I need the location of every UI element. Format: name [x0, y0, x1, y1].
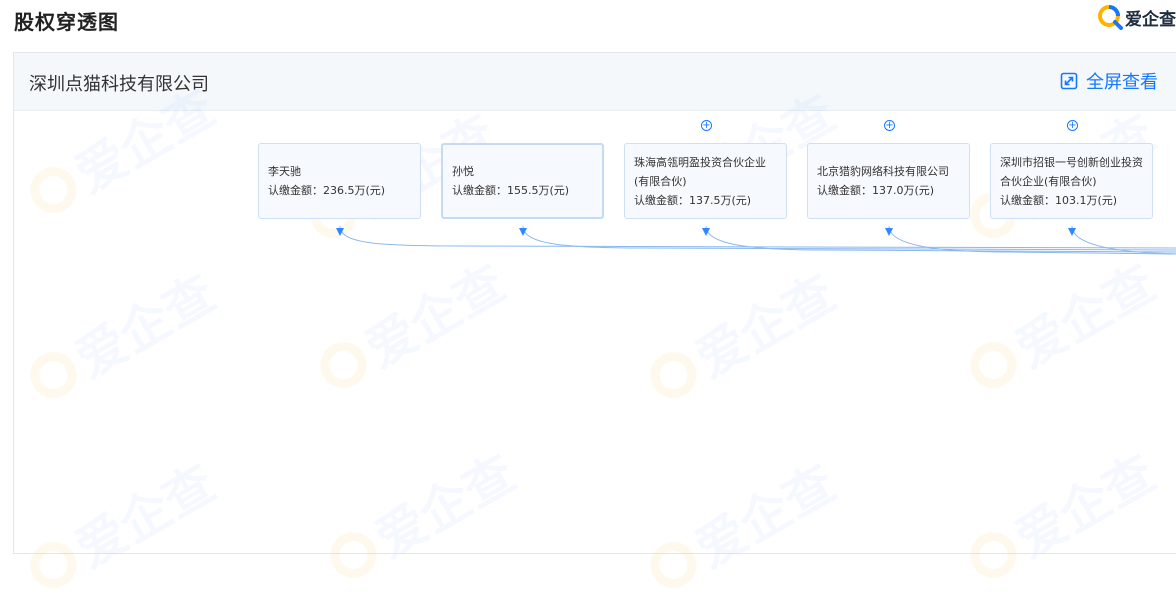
shareholder-node[interactable]: 深圳市招银一号创新创业投资合伙企业(有限合伙) 认缴金额：103.1万(元): [990, 143, 1153, 219]
fullscreen-button[interactable]: 全屏查看: [1060, 68, 1158, 94]
shareholder-name: 孙悦: [452, 165, 474, 178]
shareholder-amount: 认缴金额：137.5万(元): [634, 193, 752, 207]
shareholder-name: 深圳市招银一号创新创业投资合伙企业(有限合伙): [1000, 155, 1143, 188]
company-name: 深圳点猫科技有限公司: [29, 74, 209, 95]
expand-node-icon[interactable]: +: [1067, 120, 1078, 131]
shareholder-amount: 认缴金额：137.0万(元): [817, 184, 935, 197]
panel-header: 深圳点猫科技有限公司 全屏查看: [14, 53, 1176, 111]
shareholder-amount: 认缴金额：236.5万(元): [268, 184, 386, 197]
brand-text: 爱企查: [1125, 9, 1176, 30]
shareholder-amount: 认缴金额：155.5万(元): [452, 184, 570, 197]
shareholder-node[interactable]: 珠海高瓴明盈投资合伙企业(有限合伙) 认缴金额：137.5万(元): [624, 143, 787, 219]
fullscreen-icon: [1060, 72, 1078, 90]
shareholder-name: 李天驰: [268, 165, 301, 178]
shareholder-node[interactable]: 孙悦认缴金额：155.5万(元): [441, 143, 604, 219]
shareholder-node[interactable]: 李天驰认缴金额：236.5万(元): [258, 143, 421, 219]
shareholder-name: 珠海高瓴明盈投资合伙企业(有限合伙): [634, 155, 766, 188]
page-title: 股权穿透图: [14, 10, 119, 34]
brand-search-icon: [1098, 5, 1123, 30]
expand-node-icon[interactable]: +: [884, 120, 895, 131]
shareholder-node[interactable]: 北京猎豹网络科技有限公司 认缴金额：137.0万(元): [807, 143, 970, 219]
equity-chart-panel: 深圳点猫科技有限公司 全屏查看: [13, 52, 1176, 554]
expand-node-icon[interactable]: +: [701, 120, 712, 131]
fullscreen-label: 全屏查看: [1086, 72, 1158, 93]
shareholder-name: 北京猎豹网络科技有限公司: [817, 165, 949, 178]
shareholder-amount: 认缴金额：103.1万(元): [1000, 193, 1118, 207]
brand-logo[interactable]: 爱企查: [1097, 4, 1176, 30]
